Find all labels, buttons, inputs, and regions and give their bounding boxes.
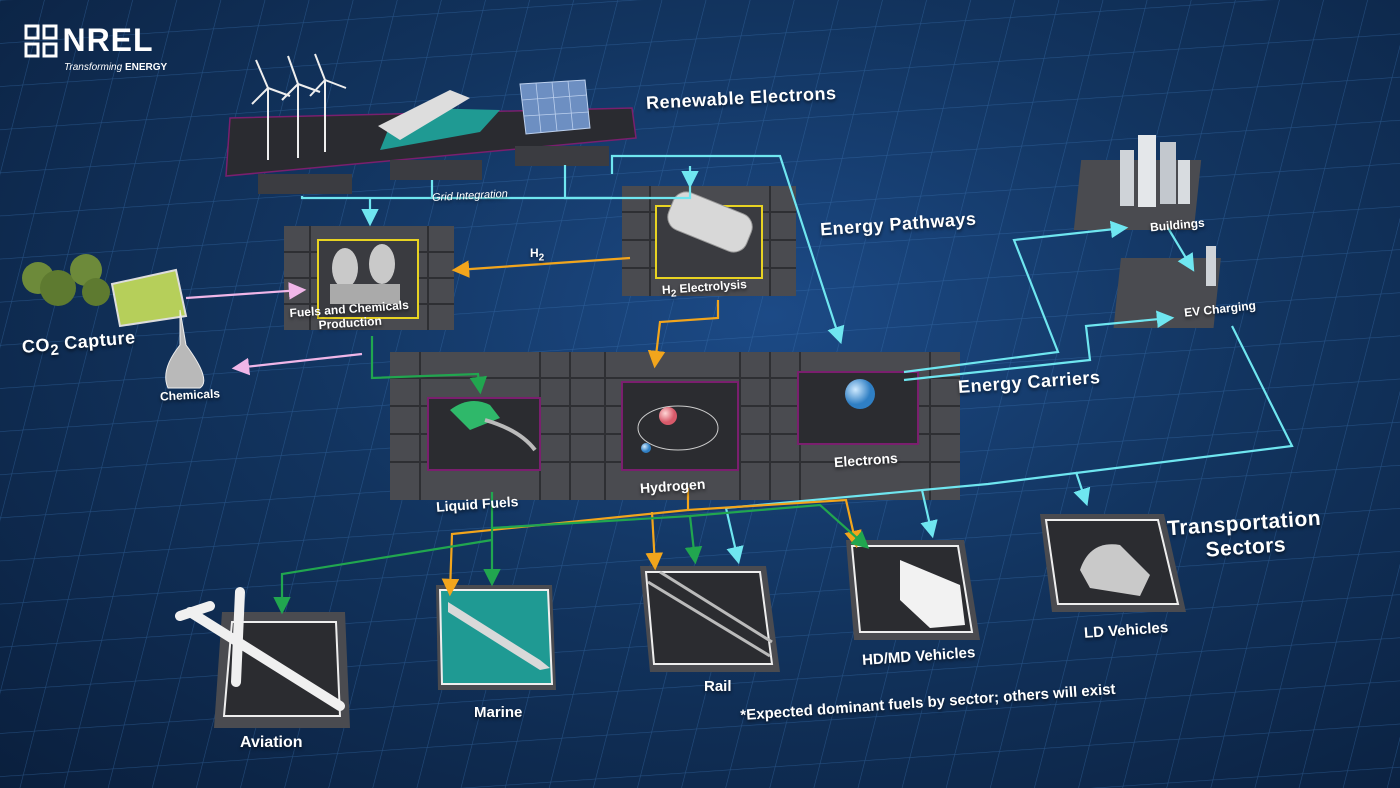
rail-tile <box>640 566 780 672</box>
solar-panel-icon <box>519 79 591 135</box>
nrel-logo: NREL Transforming ENERGY <box>24 22 167 73</box>
logo-tagline: Transforming ENERGY <box>64 62 167 73</box>
aviation-label: Aviation <box>240 734 303 751</box>
tagline-prefix: Transforming <box>64 62 123 73</box>
h2-flow-label: H2 <box>530 246 544 263</box>
marine-tile <box>436 585 556 690</box>
hdmd-tile <box>846 540 980 640</box>
nrel-logo-mark-icon <box>24 24 58 57</box>
hydrogen-pad <box>621 381 739 471</box>
marine-label: Marine <box>474 704 523 721</box>
logo-name: NREL <box>62 22 154 58</box>
diagram-canvas: NREL Transforming ENERGY Renewable Elect… <box>0 0 1400 788</box>
h2-subscript: 2 <box>538 252 545 264</box>
co2-symbol: CO <box>21 334 51 357</box>
electron-sphere-icon <box>845 379 875 409</box>
ld-tile <box>1040 514 1186 612</box>
h2-symbol: H <box>530 246 539 260</box>
tagline-suffix: ENERGY <box>124 62 168 73</box>
rail-label: Rail <box>704 678 732 695</box>
